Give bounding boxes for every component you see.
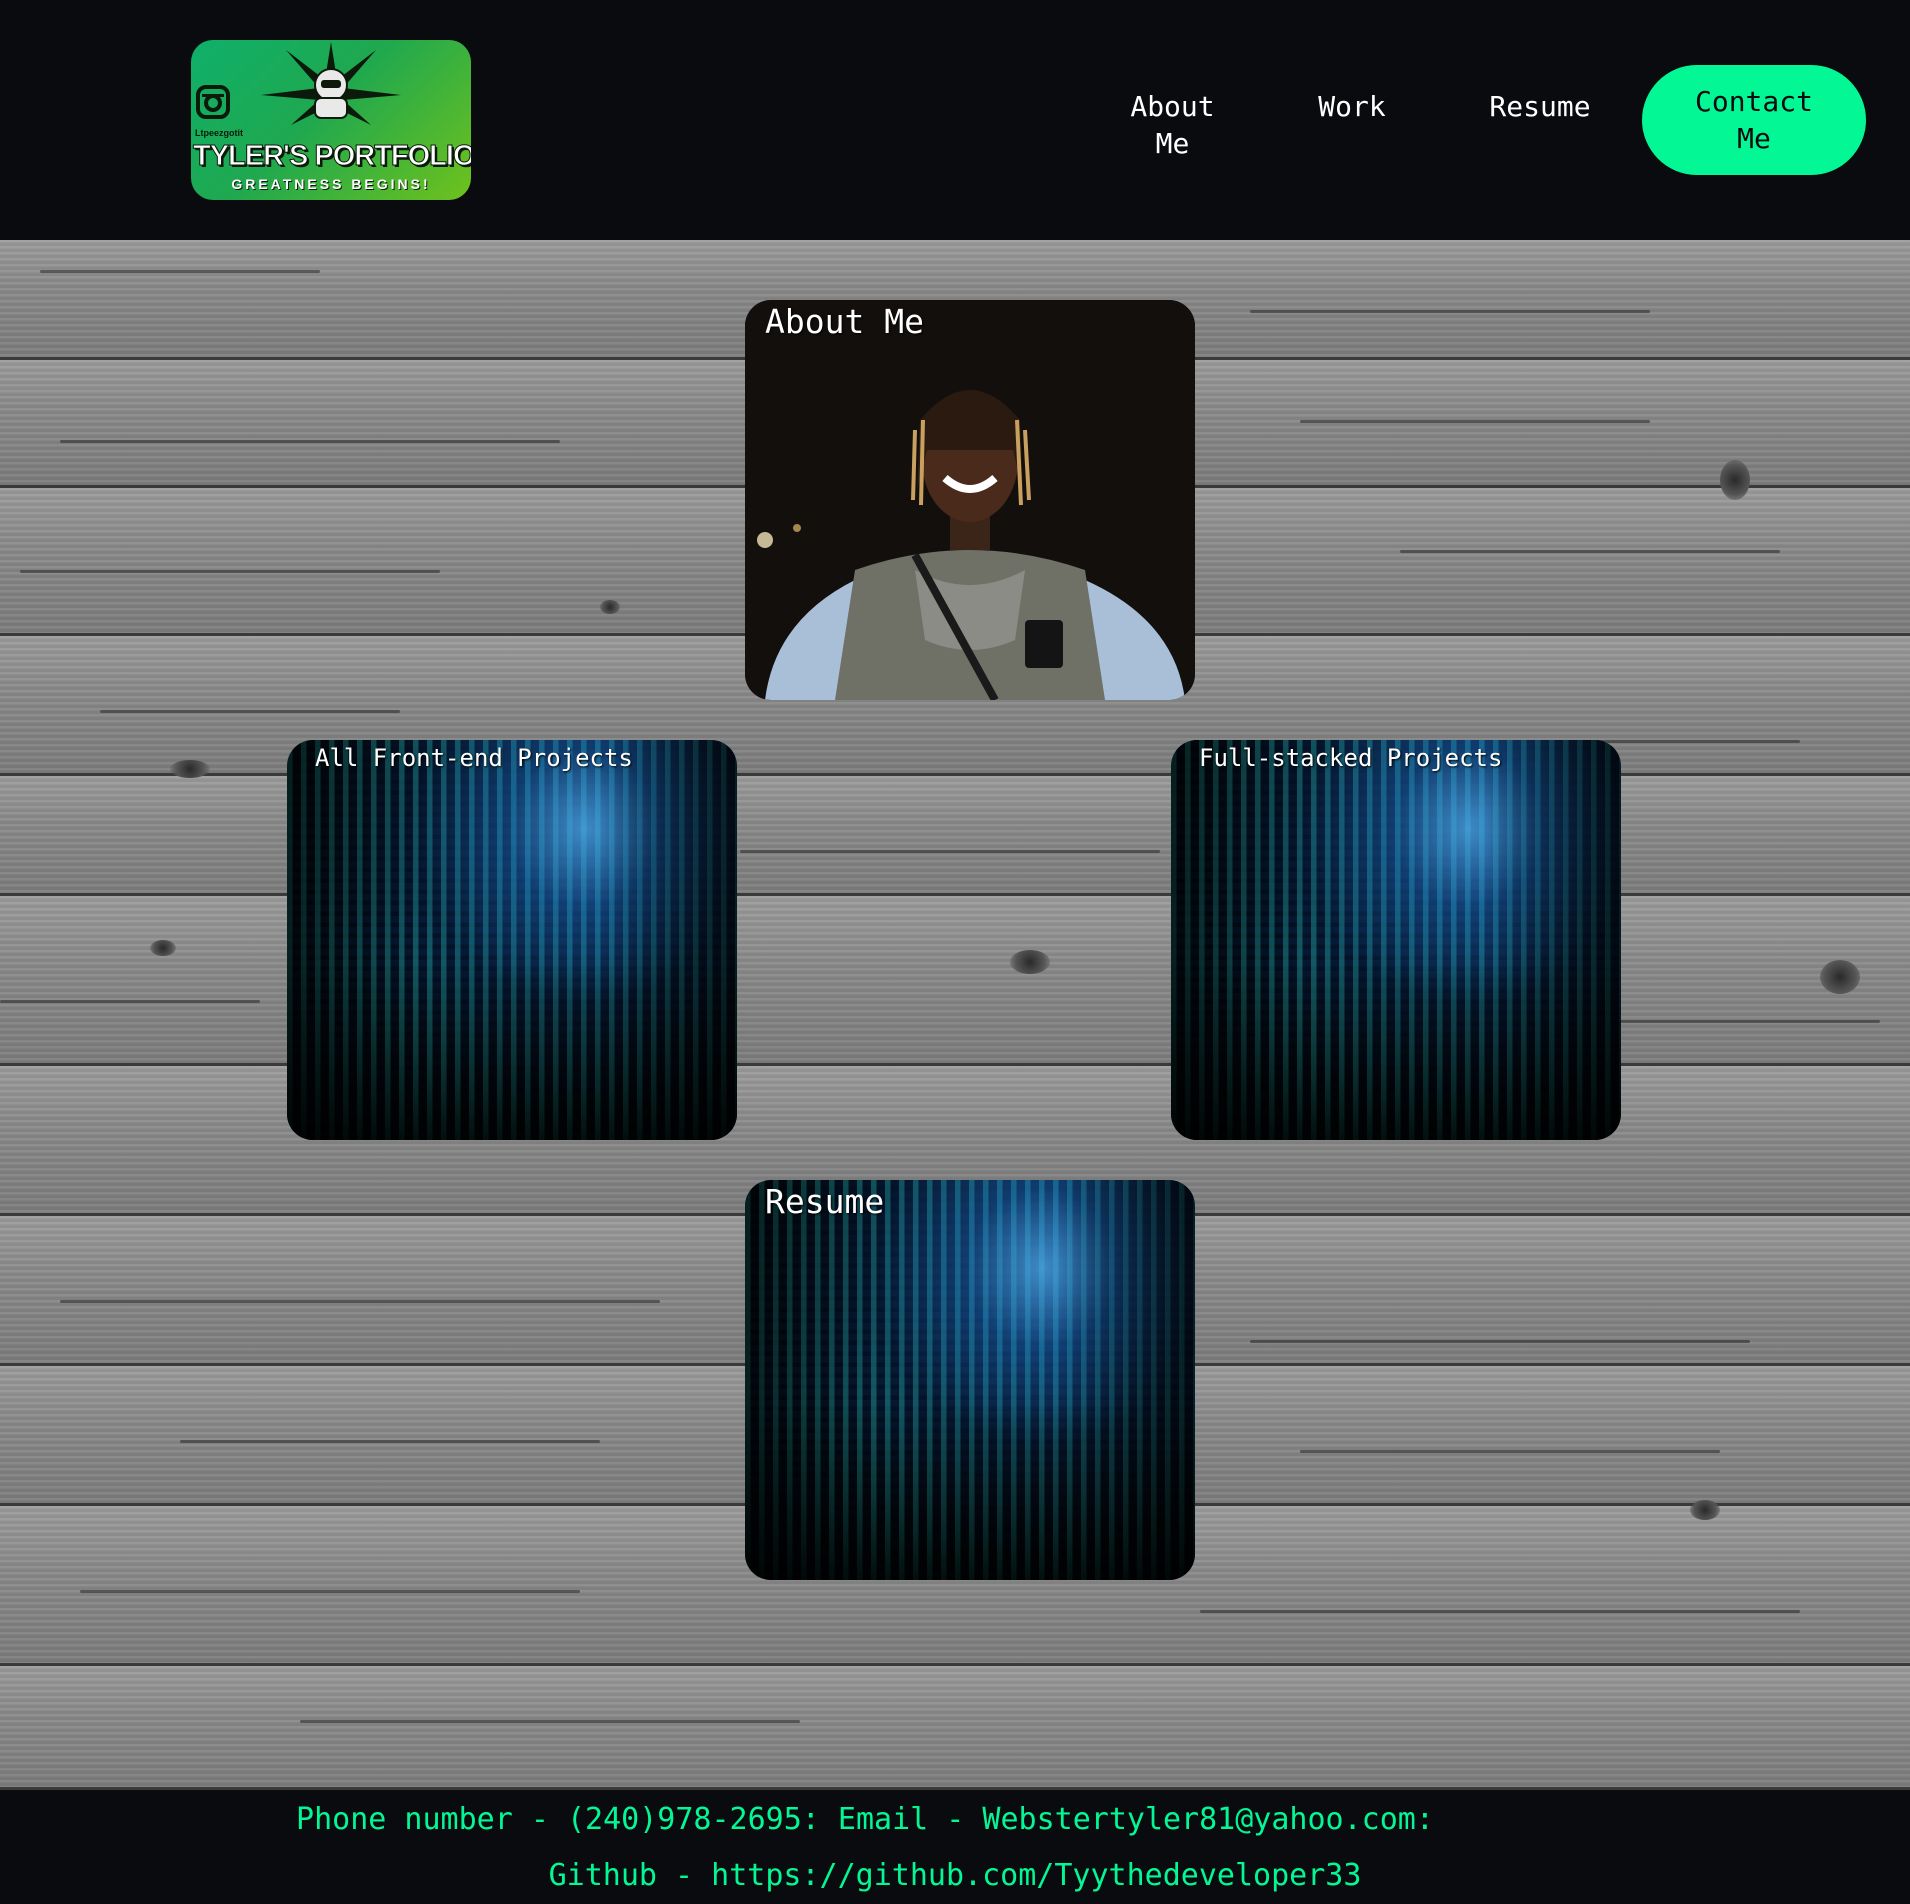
site-header: Ltpeezgotit TYLER'S PORTFOLIO GREATNESS …: [0, 0, 1910, 240]
about-me-card[interactable]: About Me: [745, 300, 1195, 700]
nav-work-link[interactable]: Work: [1300, 88, 1404, 125]
full-stacked-projects-card[interactable]: Full-stacked Projects: [1171, 740, 1621, 1140]
instagram-icon: [196, 85, 230, 119]
full-stacked-projects-card-title: Full-stacked Projects: [1199, 744, 1503, 772]
contact-info-text: Phone number - (240)978-2695: Email - We…: [296, 1802, 1434, 1837]
resume-card-title: Resume: [765, 1182, 885, 1221]
logo-title: TYLER'S PORTFOLIO: [193, 140, 472, 173]
front-end-projects-card-title: All Front-end Projects: [315, 744, 633, 772]
front-end-projects-card[interactable]: All Front-end Projects: [287, 740, 737, 1140]
logo-tag: Ltpeezgotit: [195, 128, 243, 138]
wood-plank: [0, 1666, 1910, 1790]
logo-subtitle: GREATNESS BEGINS!: [231, 176, 431, 192]
contact-me-button[interactable]: Contact Me: [1642, 65, 1866, 175]
binary-code-image: [287, 740, 737, 1140]
profile-photo: [745, 300, 1195, 700]
nav-about-me-link[interactable]: About Me: [1115, 88, 1230, 162]
resume-card[interactable]: Resume: [745, 1180, 1195, 1580]
site-footer: Phone number - (240)978-2695: Email - We…: [0, 1790, 1910, 1904]
binary-code-image: [1171, 740, 1621, 1140]
github-link[interactable]: Github - https://github.com/Tyythedevelo…: [0, 1856, 1910, 1896]
about-me-card-title: About Me: [765, 302, 924, 341]
contact-me-label: Contact Me: [1694, 85, 1813, 155]
site-logo[interactable]: Ltpeezgotit TYLER'S PORTFOLIO GREATNESS …: [191, 40, 471, 200]
nav-resume-link[interactable]: Resume: [1478, 88, 1602, 125]
binary-code-image: [745, 1180, 1195, 1580]
starburst-icon: [261, 42, 401, 125]
